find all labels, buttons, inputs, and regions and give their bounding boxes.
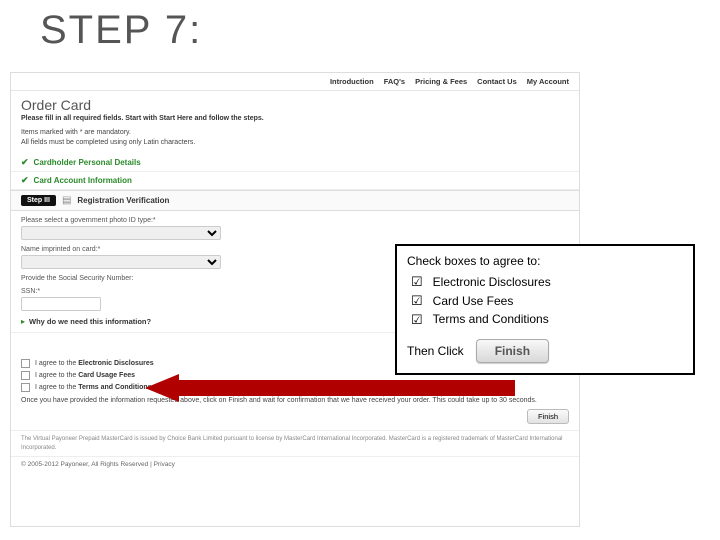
- callout-item: Terms and Conditions: [433, 312, 549, 328]
- label-id-type: Please select a government photo ID type…: [21, 217, 569, 224]
- checkbox-icon: ☑: [411, 312, 423, 329]
- form-notes: Items marked with * are mandatory. All f…: [11, 122, 579, 154]
- step-label: Registration Verification: [77, 196, 169, 205]
- checkbox-disclosures[interactable]: [21, 359, 30, 368]
- note-latin: All fields must be completed using only …: [21, 138, 569, 148]
- instruction-callout: Check boxes to agree to: ☑ Electronic Dis…: [395, 244, 695, 375]
- section-title: Card Account Information: [34, 176, 132, 185]
- select-id-type[interactable]: [21, 226, 221, 240]
- intro-text: Please fill in all required fields. Star…: [11, 115, 579, 122]
- nav-introduction[interactable]: Introduction: [330, 77, 374, 86]
- then-click-label: Then Click: [407, 344, 464, 358]
- agree-text: I agree to the Electronic Disclosures: [35, 360, 154, 367]
- help-text: Why do we need this information?: [29, 317, 151, 326]
- nav-faqs[interactable]: FAQ's: [384, 77, 405, 86]
- nav-my-account[interactable]: My Account: [527, 77, 569, 86]
- callout-item: Electronic Disclosures: [433, 275, 551, 291]
- section-title: Cardholder Personal Details: [34, 158, 141, 167]
- check-icon: ✔: [21, 175, 29, 186]
- checkbox-terms[interactable]: [21, 383, 30, 392]
- agree-text: I agree to the Terms and Conditions: [35, 384, 152, 391]
- checkbox-icon: ☑: [411, 293, 423, 310]
- nav-pricing[interactable]: Pricing & Fees: [415, 77, 467, 86]
- page-title: Order Card: [11, 91, 579, 115]
- section-account-info[interactable]: ✔ Card Account Information: [11, 172, 579, 190]
- nav-contact[interactable]: Contact Us: [477, 77, 517, 86]
- note-mandatory: Items marked with * are mandatory.: [21, 128, 569, 138]
- callout-list: ☑ Electronic Disclosures ☑ Card Use Fees ☑…: [407, 274, 683, 329]
- step-badge: Step III: [21, 195, 56, 206]
- paper-icon: ▤: [62, 195, 71, 206]
- checkbox-fees[interactable]: [21, 371, 30, 380]
- checkbox-icon: ☑: [411, 274, 423, 291]
- check-icon: ✔: [21, 157, 29, 168]
- legal-text: The Virtual Payoneer Prepaid MasterCard …: [11, 430, 579, 456]
- select-name-on-card[interactable]: [21, 255, 221, 269]
- footer-text: © 2005-2012 Payoneer, All Rights Reserve…: [11, 456, 579, 472]
- slide-title: STEP 7:: [40, 8, 202, 53]
- callout-finish-button[interactable]: Finish: [476, 339, 549, 363]
- agree-text: I agree to the Card Usage Fees: [35, 372, 135, 379]
- callout-title: Check boxes to agree to:: [407, 254, 683, 268]
- callout-item: Card Use Fees: [433, 294, 514, 310]
- section-personal-details[interactable]: ✔ Cardholder Personal Details: [11, 154, 579, 172]
- finish-note: Once you have provided the information r…: [21, 396, 569, 406]
- step-header: Step III ▤ Registration Verification: [11, 190, 579, 211]
- input-ssn[interactable]: [21, 297, 101, 311]
- top-nav: Introduction FAQ's Pricing & Fees Contac…: [11, 73, 579, 91]
- caret-icon: ▸: [21, 317, 25, 326]
- finish-button[interactable]: Finish: [527, 409, 569, 424]
